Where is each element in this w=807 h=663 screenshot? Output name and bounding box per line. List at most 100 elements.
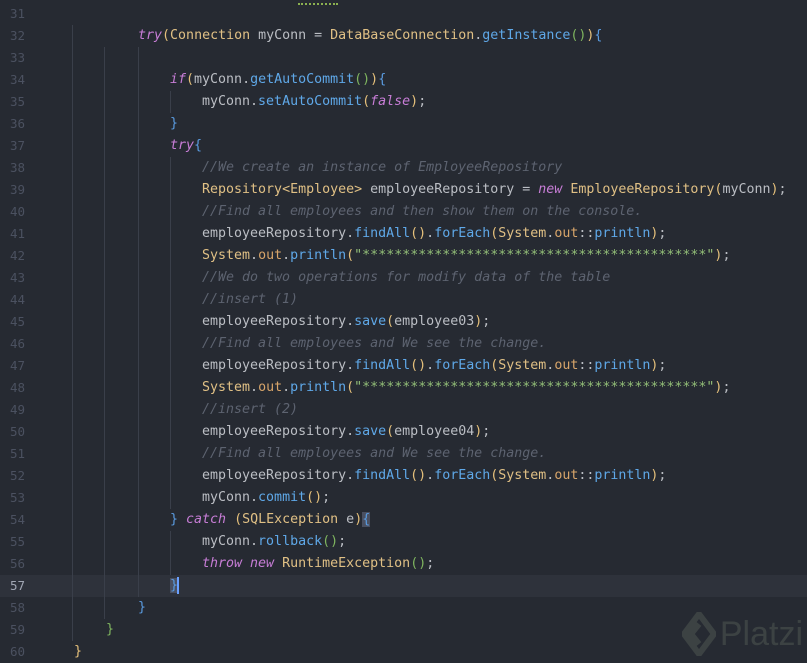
code-token: getInstance [482,28,571,43]
code-token: //Find all employees and then show them … [202,204,643,219]
code-text: try(Connection myConn = DataBaseConnecti… [138,25,602,47]
code-line[interactable]: 43 //We do two operations for modify data… [0,267,807,289]
indent-guide [72,355,73,377]
indent-guide [170,223,171,245]
code-token: myConn. [202,490,259,505]
code-line[interactable]: 57} [0,575,807,597]
code-text: //Find all employees and We see the chan… [202,333,546,355]
line-number[interactable]: 37 [0,135,25,157]
line-number[interactable]: 31 [0,3,25,25]
indent-guide [170,289,171,311]
line-number[interactable]: 38 [0,157,25,179]
code-line[interactable]: 50 employeeRepository.save(employee04); [0,421,807,443]
line-number[interactable]: 57 [0,575,25,597]
line-number[interactable]: 36 [0,113,25,135]
code-line[interactable]: 32 try(Connection myConn = DataBaseConnec… [0,25,807,47]
indent-guide [138,47,139,69]
code-token: ( [362,94,371,109]
line-number[interactable]: 54 [0,509,25,531]
line-number[interactable]: 50 [0,421,25,443]
line-number[interactable]: 53 [0,487,25,509]
code-token: forEach [434,226,491,241]
code-token: ; [722,380,731,395]
code-line[interactable]: 53 myConn.commit(); [0,487,807,509]
code-line[interactable]: 38 //We create an instance of EmployeeRep… [0,157,807,179]
indent-guide [104,333,105,355]
line-number[interactable]: 60 [0,641,25,663]
code-token: } [106,622,115,637]
code-token: "***************************************… [354,380,715,395]
indent-guide [138,443,139,465]
code-line[interactable]: 33 [0,47,807,69]
indent-guide [72,69,73,91]
line-number[interactable]: 40 [0,201,25,223]
code-token: forEach [434,468,491,483]
indent-guide [72,377,73,399]
line-number[interactable]: 42 [0,245,25,267]
line-number[interactable]: 49 [0,399,25,421]
code-line[interactable]: 46 //Find all employees and We see the ch… [0,333,807,355]
line-number[interactable]: 59 [0,619,25,641]
line-number[interactable]: 46 [0,333,25,355]
code-line[interactable]: 49 //insert (2) [0,399,807,421]
code-line[interactable]: 52 employeeRepository.findAll().forEach(S… [0,465,807,487]
line-number[interactable]: 56 [0,553,25,575]
line-number[interactable]: 48 [0,377,25,399]
code-line[interactable]: 47 employeeRepository.findAll().forEach(S… [0,355,807,377]
code-token: save [354,424,387,439]
indent-guide [170,245,171,267]
indent-guide [104,531,105,553]
indent-guide [138,553,139,575]
line-number[interactable]: 55 [0,531,25,553]
code-text: //insert (2) [202,399,298,421]
code-line[interactable]: 44 //insert (1) [0,289,807,311]
indent-guide [170,421,171,443]
line-number[interactable]: 32 [0,25,25,47]
code-token: System [498,468,547,483]
line-number[interactable]: 43 [0,267,25,289]
code-token: ; [426,556,435,571]
code-token: employeeRepository. [202,424,355,439]
code-line[interactable]: 37 try{ [0,135,807,157]
code-token: SQLException [242,512,339,527]
line-number[interactable]: 58 [0,597,25,619]
code-line[interactable]: 36} [0,113,807,135]
code-editor[interactable]: 31 32 try(Connection myConn = DataBaseConn… [0,3,807,663]
code-token: try [138,28,163,43]
code-token: println [594,226,651,241]
code-line[interactable]: 39 Repository<Employee> employeeRepositor… [0,179,807,201]
code-line[interactable]: 51 //Find all employees and We see the ch… [0,443,807,465]
line-number[interactable]: 34 [0,69,25,91]
code-token: . [250,248,259,263]
code-line[interactable]: 56 throw new RuntimeException(); [0,553,807,575]
code-token: () [410,468,427,483]
code-line[interactable]: 35 myConn.setAutoCommit(false); [0,91,807,113]
line-number[interactable]: 52 [0,465,25,487]
code-token: ( [346,248,355,263]
line-number[interactable]: 35 [0,91,25,113]
line-number[interactable]: 51 [0,443,25,465]
line-number[interactable]: 33 [0,47,25,69]
code-line[interactable]: 55 myConn.rollback(); [0,531,807,553]
indent-guide [104,135,105,157]
line-number[interactable]: 45 [0,311,25,333]
code-line[interactable]: 48 System.out.println("******************… [0,377,807,399]
line-number[interactable]: 44 [0,289,25,311]
code-token: myConn [722,182,771,197]
code-token: ) [354,512,363,527]
code-line[interactable]: 31 [0,3,807,25]
code-line[interactable]: 34 if(myConn.getAutoCommit()){ [0,69,807,91]
code-line[interactable]: 42 System.out.println("******************… [0,245,807,267]
code-line[interactable]: 41 employeeRepository.findAll().forEach(S… [0,223,807,245]
code-line[interactable]: 40 //Find all employees and then show the… [0,201,807,223]
line-number[interactable]: 39 [0,179,25,201]
indent-guide [72,465,73,487]
code-line[interactable]: 45 employeeRepository.save(employee03); [0,311,807,333]
line-number[interactable]: 47 [0,355,25,377]
line-number[interactable]: 41 [0,223,25,245]
code-line[interactable]: 54} catch (SQLException e){ [0,509,807,531]
code-token: println [290,380,347,395]
code-text: } [170,113,178,135]
